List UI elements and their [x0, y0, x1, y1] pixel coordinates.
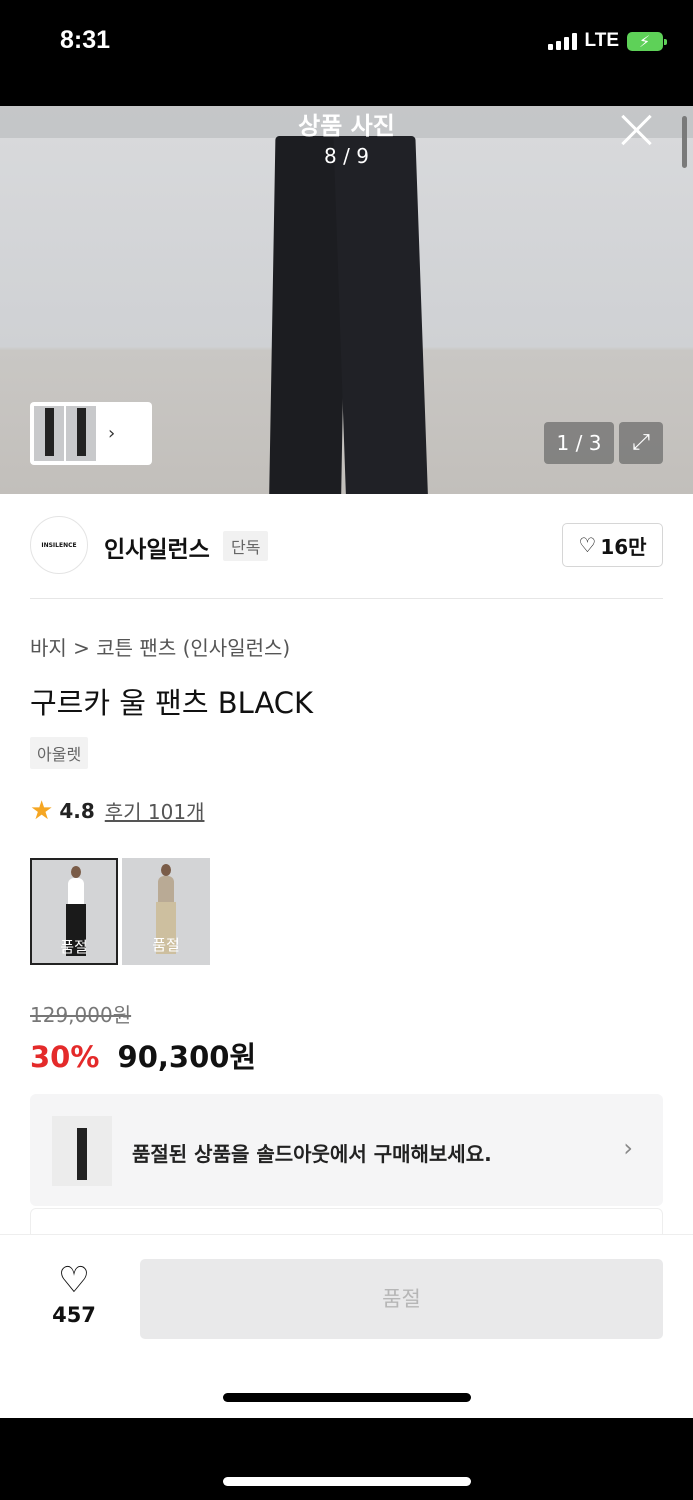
sale-price: 90,300원: [117, 1040, 257, 1074]
photo-thumbnail-strip[interactable]: ›: [30, 402, 152, 465]
price-row: 30% 90,300원: [30, 1034, 256, 1076]
bottom-action-bar: ♡ 457 품절: [0, 1234, 693, 1418]
heart-icon: ♡: [578, 533, 597, 557]
viewer-title: 상품 사진: [298, 112, 395, 140]
status-time: 8:31: [60, 26, 111, 54]
soldout-promo-banner[interactable]: 품절된 상품을 솔드아웃에서 구매해보세요. ›: [30, 1094, 663, 1206]
product-title: 구르카 울 팬츠 BLACK: [30, 686, 314, 720]
heart-icon: ♡: [57, 1260, 91, 1301]
divider: [30, 598, 663, 599]
photo-pants-right: [333, 136, 429, 494]
letterbox: [0, 1418, 693, 1500]
soldout-label: 품절: [152, 936, 180, 954]
breadcrumb[interactable]: 바지 > 코튼 팬츠 (인사일런스): [30, 632, 290, 661]
banner-thumbnail: [52, 1116, 112, 1186]
color-option-beige[interactable]: 품절: [122, 858, 210, 965]
chevron-right-icon: ›: [623, 1134, 633, 1162]
soldout-label: 품절: [60, 938, 88, 956]
brand-logo[interactable]: INSILENCE: [30, 516, 88, 574]
brand-row[interactable]: INSILENCE 인사일런스 단독 ♡ 16만: [30, 516, 663, 576]
scrollbar[interactable]: [682, 116, 687, 168]
wishlist-count: 457: [52, 1303, 96, 1327]
signal-icon: [547, 32, 577, 50]
brand-name[interactable]: 인사일런스: [104, 530, 210, 564]
chevron-right-icon: ›: [108, 423, 116, 444]
home-indicator: [223, 1393, 471, 1402]
original-price: 129,000원: [30, 1003, 132, 1027]
photo-page-badge: 1 / 3: [544, 422, 614, 464]
model-top: [158, 876, 174, 904]
discount-rate: 30%: [30, 1040, 100, 1074]
brand-like-button[interactable]: ♡ 16만: [562, 523, 663, 567]
brand-like-count: 16만: [600, 534, 647, 559]
thumbnail-image[interactable]: [66, 406, 96, 461]
rating-value: 4.8: [59, 798, 95, 823]
expand-icon[interactable]: ⤢: [619, 422, 663, 464]
product-details: INSILENCE 인사일런스 단독 ♡ 16만 바지 > 코튼 팬츠 (인사일…: [0, 494, 693, 1234]
thumbnail-image[interactable]: [34, 406, 64, 461]
color-option-black[interactable]: 품절: [30, 858, 118, 965]
viewer-counter: 8 / 9: [324, 144, 369, 168]
color-options: 품절 품절: [30, 858, 210, 965]
model-head: [161, 864, 171, 876]
rating-row[interactable]: ★ 4.8 후기 101개: [30, 796, 204, 825]
exclusive-badge: 단독: [223, 531, 269, 561]
review-link[interactable]: 후기 101개: [105, 796, 205, 825]
model-top: [68, 878, 84, 906]
network-label: LTE: [584, 30, 619, 51]
product-photo[interactable]: 상품 사진 8 / 9 › 1 / 3 ⤢: [0, 106, 693, 494]
status-bar: 8:31 LTE ⚡: [0, 0, 693, 106]
soldout-button[interactable]: 품절: [140, 1259, 663, 1339]
status-indicators: LTE ⚡: [547, 30, 667, 52]
outlet-badge: 아울렛: [30, 737, 89, 769]
star-icon: ★: [30, 795, 54, 826]
close-icon[interactable]: [619, 112, 655, 148]
battery-icon: ⚡: [627, 31, 667, 51]
home-indicator-outer: [223, 1477, 471, 1486]
wishlist-button[interactable]: ♡ 457: [40, 1260, 108, 1328]
model-head: [71, 866, 81, 878]
next-card: [30, 1208, 663, 1234]
banner-text: 품절된 상품을 솔드아웃에서 구매해보세요.: [132, 1142, 492, 1166]
